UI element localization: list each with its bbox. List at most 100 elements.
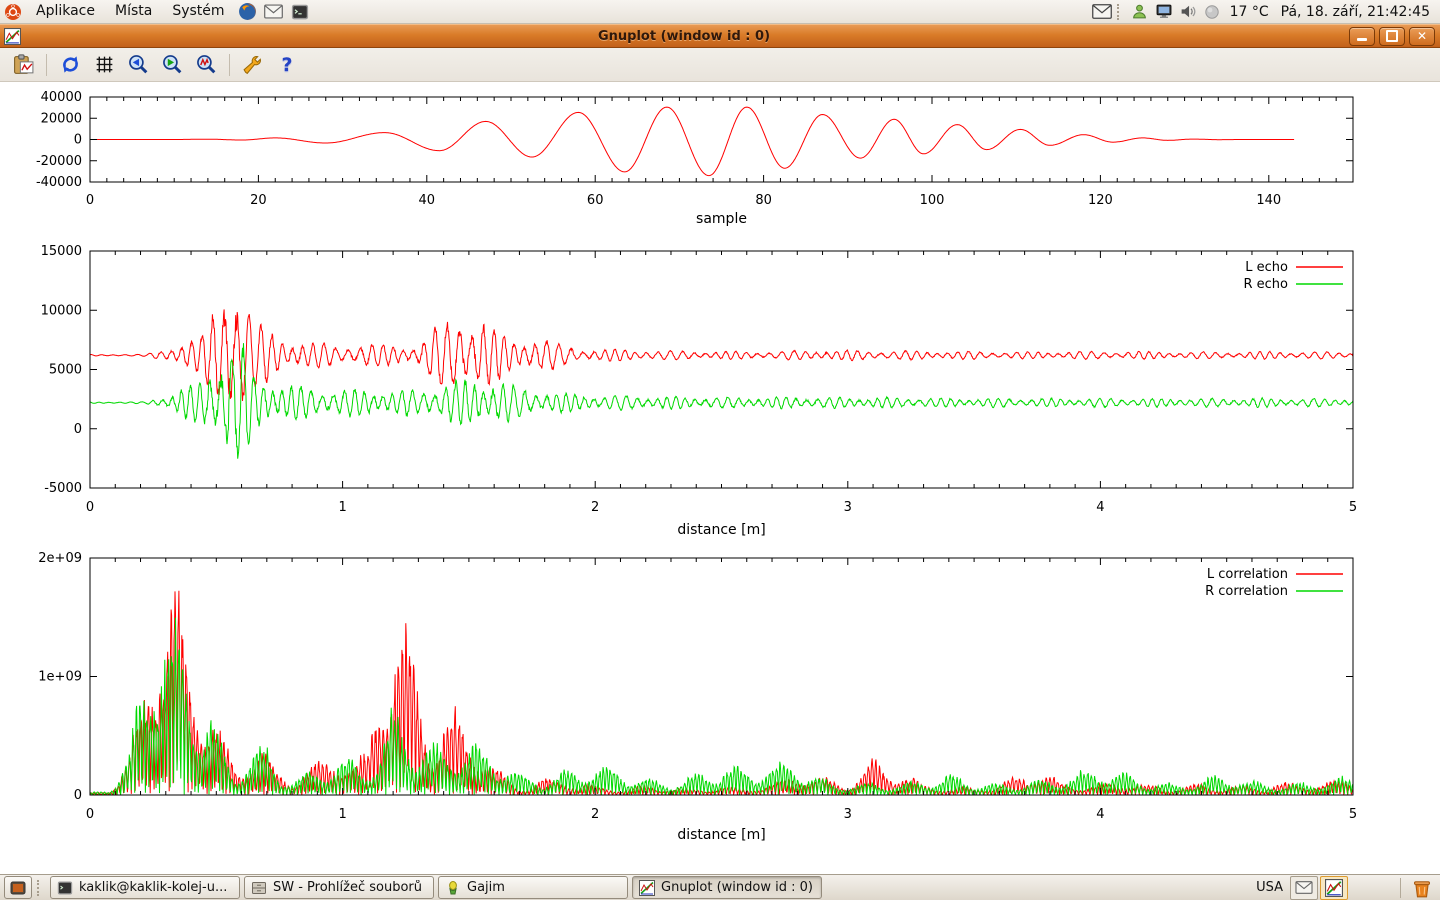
legend-label: L echo — [1245, 260, 1288, 275]
ubuntu-logo-icon[interactable] — [3, 2, 23, 22]
close-button[interactable]: ✕ — [1409, 27, 1435, 46]
legend-label: L correlation — [1207, 567, 1288, 582]
unzoom-button[interactable] — [192, 51, 220, 79]
y-tick-label: 5000 — [49, 363, 82, 378]
x-tick-label: 3 — [844, 500, 852, 515]
x-tick-label: 3 — [844, 807, 852, 822]
y-tick-label: -5000 — [44, 481, 82, 496]
x-tick-label: 20 — [250, 193, 267, 208]
weather-icon[interactable] — [1202, 3, 1222, 21]
chart-3: 01234501e+092e+09distance [m]L correlati… — [38, 551, 1357, 843]
maximize-button[interactable] — [1379, 27, 1405, 46]
series-r-correlation — [90, 618, 1353, 795]
toolbar-separator — [46, 54, 47, 76]
y-tick-label: -40000 — [36, 175, 82, 190]
plot-border — [90, 251, 1353, 488]
taskbar-item-label: SW - Prohlížeč souborů — [273, 880, 422, 895]
temperature-label[interactable]: 17 °C — [1224, 4, 1275, 20]
minimize-button[interactable] — [1349, 27, 1375, 46]
taskbar-item-file-browser[interactable]: SW - Prohlížeč souborů — [244, 876, 434, 899]
close-icon: ✕ — [1417, 30, 1427, 42]
y-tick-label: -20000 — [36, 154, 82, 169]
x-tick-label: 5 — [1349, 807, 1357, 822]
x-tick-label: 4 — [1096, 807, 1104, 822]
terminal-icon — [57, 880, 73, 896]
chart-1: 020406080100120140-40000-200000200004000… — [36, 90, 1353, 227]
display-icon[interactable] — [1154, 3, 1174, 21]
menu-applications[interactable]: Aplikace — [26, 0, 105, 24]
taskbar-item-gnuplot[interactable]: Gnuplot (window id : 0) — [632, 876, 822, 899]
series-chirp — [90, 107, 1294, 176]
minimize-icon — [1357, 38, 1367, 41]
grid-toggle-button[interactable] — [90, 51, 118, 79]
y-tick-label: 10000 — [41, 303, 82, 318]
gnuplot-canvas: 020406080100120140-40000-200000200004000… — [0, 82, 1440, 874]
y-tick-label: 0 — [74, 422, 82, 437]
copy-to-clipboard-button[interactable] — [9, 51, 37, 79]
taskbar-item-label: Gajim — [467, 880, 505, 895]
user-switcher-icon[interactable] — [1130, 3, 1150, 21]
taskbar-item-label: kaklik@kaklik-kolej-u... — [79, 880, 227, 895]
bottom-taskbar: kaklik@kaklik-kolej-u... SW - Prohlížeč … — [0, 874, 1440, 900]
legend-label: R echo — [1243, 277, 1288, 292]
chart-2: 012345-5000050001000015000distance [m]L … — [41, 244, 1358, 538]
terminal-launcher-icon[interactable] — [290, 2, 310, 22]
gnuplot-toolbar: ? — [0, 48, 1440, 82]
taskbar-separator — [1400, 878, 1401, 898]
applet-handle[interactable] — [1117, 4, 1125, 20]
window-titlebar: Gnuplot (window id : 0) ✕ — [0, 24, 1440, 48]
refresh-icon — [59, 53, 82, 76]
plot-border — [90, 97, 1353, 182]
menu-system[interactable]: Systém — [162, 0, 234, 24]
gnuplot-window-icon[interactable] — [4, 28, 21, 45]
trash-applet[interactable] — [1407, 877, 1437, 899]
x-axis-label: distance [m] — [677, 522, 765, 538]
zoom-next-button[interactable] — [158, 51, 186, 79]
gnuplot-icon — [639, 880, 655, 896]
x-axis-label: distance [m] — [677, 827, 765, 843]
wrench-icon — [242, 53, 265, 76]
clock-applet[interactable]: Pá, 18. září, 21:42:45 — [1275, 4, 1440, 20]
taskbar-item-terminal[interactable]: kaklik@kaklik-kolej-u... — [50, 876, 240, 899]
grid-icon — [93, 53, 116, 76]
replot-button[interactable] — [56, 51, 84, 79]
y-tick-label: 2e+09 — [38, 551, 82, 566]
settings-button[interactable] — [239, 51, 267, 79]
menu-places[interactable]: Místa — [105, 0, 162, 24]
x-tick-label: 0 — [86, 500, 94, 515]
x-tick-label: 140 — [1256, 193, 1281, 208]
trash-icon — [1411, 877, 1433, 899]
mail-tray-icon — [1295, 881, 1313, 894]
mail-notification-icon[interactable] — [1092, 3, 1112, 21]
taskbar-item-gajim[interactable]: Gajim — [438, 876, 628, 899]
volume-icon[interactable] — [1178, 3, 1198, 21]
window-selector-icon — [10, 881, 26, 895]
file-manager-icon — [251, 880, 267, 896]
y-tick-label: 40000 — [41, 90, 82, 105]
tasklist-handle[interactable] — [37, 880, 45, 896]
gajim-icon — [445, 880, 461, 896]
gnuplot-tray-icon — [1325, 879, 1343, 897]
keyboard-layout-indicator[interactable]: USA — [1250, 880, 1289, 895]
gnome-top-panel: Aplikace Místa Systém — [0, 0, 1440, 24]
x-tick-label: 60 — [587, 193, 604, 208]
x-tick-label: 0 — [86, 807, 94, 822]
x-tick-label: 4 — [1096, 500, 1104, 515]
zoom-previous-button[interactable] — [124, 51, 152, 79]
x-tick-label: 120 — [1088, 193, 1113, 208]
x-axis-label: sample — [696, 211, 747, 227]
mail-launcher-icon[interactable] — [264, 2, 284, 22]
help-button[interactable]: ? — [273, 51, 301, 79]
window-controls: ✕ — [1347, 27, 1437, 46]
tray-mail-button[interactable] — [1290, 876, 1318, 900]
x-tick-label: 100 — [920, 193, 945, 208]
maximize-icon — [1386, 30, 1398, 42]
window-title: Gnuplot (window id : 0) — [21, 29, 1347, 44]
x-tick-label: 2 — [591, 500, 599, 515]
tray-gnuplot-button[interactable] — [1320, 876, 1348, 900]
y-tick-label: 1e+09 — [38, 670, 82, 685]
window-selector-button[interactable] — [4, 876, 32, 899]
legend-label: R correlation — [1205, 584, 1288, 599]
firefox-launcher-icon[interactable] — [238, 2, 258, 22]
x-tick-label: 1 — [338, 500, 346, 515]
